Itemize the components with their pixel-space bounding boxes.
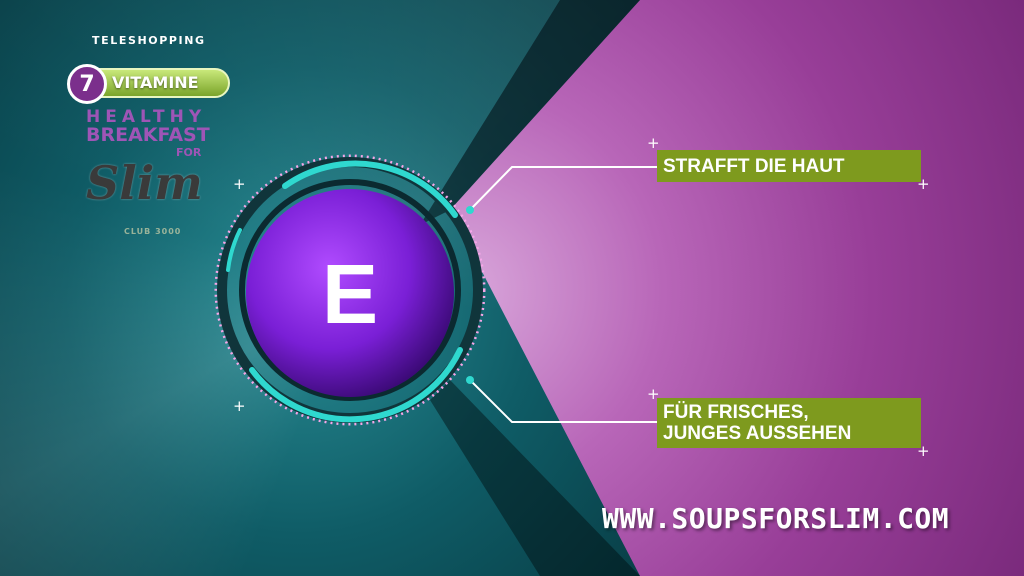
callout-line-top	[469, 166, 657, 211]
plus-icon: +	[917, 175, 930, 193]
callout-frisches-line1: FÜR FRISCHES,	[663, 402, 809, 423]
plus-icon: +	[917, 442, 930, 460]
callout-line-bottom	[469, 379, 657, 423]
video-frame: TELESHOPPING 7 VITAMINE HEALTHY BREAKFAS…	[0, 0, 1024, 576]
vitamin-letter: E	[321, 247, 379, 341]
plus-icon: +	[233, 175, 246, 193]
plus-icon: +	[647, 134, 660, 152]
website-url: WWW.SOUPSFORSLIM.COM	[602, 502, 950, 535]
callout-strafft: STRAFFT DIE HAUT	[657, 150, 921, 182]
callout-dot-bottom	[466, 376, 474, 384]
plus-icon: +	[647, 385, 660, 403]
plus-icon: +	[233, 397, 246, 415]
callout-frisches-line2: JUNGES AUSSEHEN	[663, 423, 852, 444]
callout-dot-top	[466, 206, 474, 214]
callout-strafft-text: STRAFFT DIE HAUT	[663, 155, 845, 177]
callout-frisches: FÜR FRISCHES, JUNGES AUSSEHEN	[657, 398, 921, 448]
vitamin-ring-graphic	[214, 154, 657, 426]
